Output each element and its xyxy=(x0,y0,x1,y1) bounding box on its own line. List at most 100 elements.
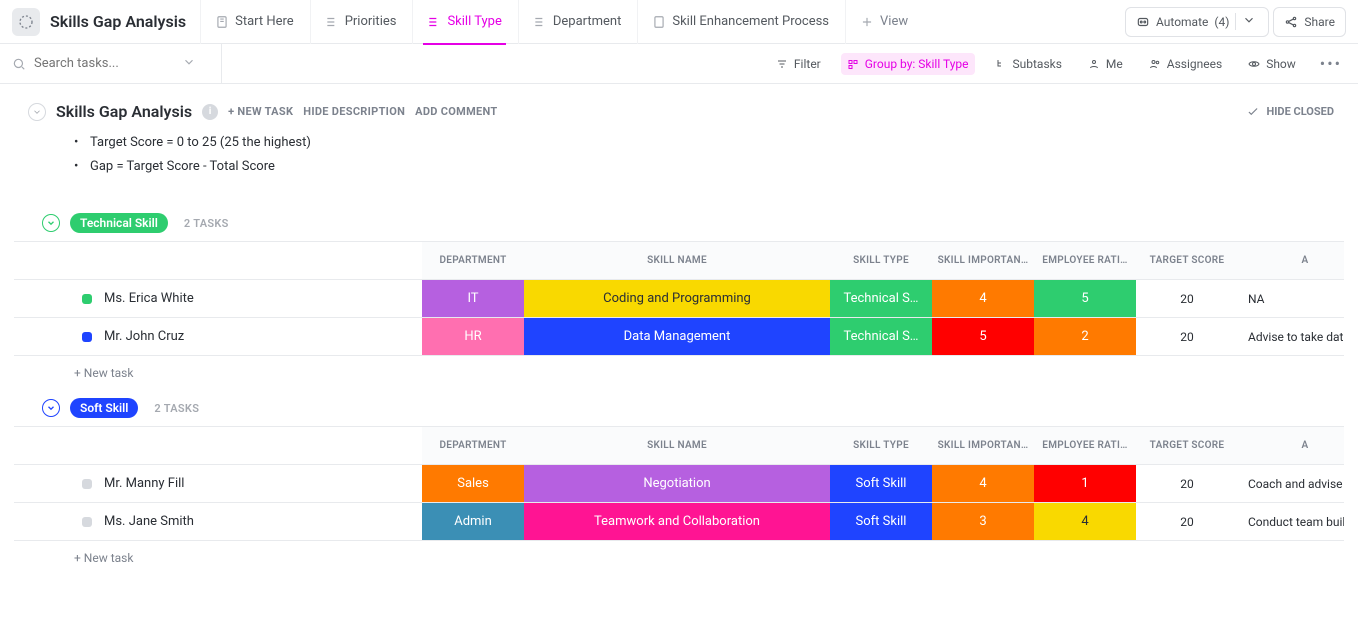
info-icon[interactable]: i xyxy=(202,104,218,120)
tab-department[interactable]: Department xyxy=(518,0,636,44)
col-skill-type: SKILL TYPE xyxy=(830,242,932,279)
cell-employee-rating[interactable]: 2 xyxy=(1034,318,1136,355)
col-name xyxy=(14,427,422,464)
chevron-down-icon[interactable] xyxy=(182,55,196,73)
col-department: DEPARTMENT xyxy=(422,427,524,464)
status-dot xyxy=(82,332,92,342)
share-button[interactable]: Share xyxy=(1273,7,1346,37)
new-task-button[interactable]: + NEW TASK xyxy=(228,105,293,118)
tab-skill-type[interactable]: Skill Type xyxy=(412,0,515,44)
automate-button[interactable]: Automate (4) xyxy=(1125,7,1269,37)
tab-enhancement[interactable]: Skill Enhancement Process xyxy=(637,0,843,44)
cell-skill-name[interactable]: Coding and Programming xyxy=(524,280,830,317)
filter-button[interactable]: Filter xyxy=(770,53,827,75)
col-action: A xyxy=(1238,427,1344,464)
chevron-down-icon xyxy=(1235,13,1262,30)
cell-skill-name[interactable]: Data Management xyxy=(524,318,830,355)
group-by-button[interactable]: Group by: Skill Type xyxy=(841,53,975,75)
group-collapse-icon[interactable] xyxy=(42,399,60,417)
table-row[interactable]: Mr. Manny Fill Sales Negotiation Soft Sk… xyxy=(14,465,1344,503)
list-icon xyxy=(12,8,40,36)
tab-priorities[interactable]: Priorities xyxy=(310,0,411,44)
more-button[interactable]: ••• xyxy=(1316,54,1346,73)
group-count: 2 TASKS xyxy=(184,217,229,230)
page-title: Skills Gap Analysis xyxy=(44,12,196,31)
cell-skill-importance[interactable]: 3 xyxy=(932,503,1034,540)
cell-name: Mr. John Cruz xyxy=(14,318,422,355)
cell-skill-importance[interactable]: 4 xyxy=(932,465,1034,502)
col-skill-name: SKILL NAME xyxy=(524,242,830,279)
task-group: Soft Skill 2 TASKS DEPARTMENT SKILL NAME… xyxy=(14,398,1344,565)
new-task-button[interactable]: + New task xyxy=(14,356,1344,380)
group-pill[interactable]: Technical Skill xyxy=(70,213,168,233)
main-content: Skills Gap Analysis i + NEW TASK HIDE DE… xyxy=(0,84,1358,595)
task-table: DEPARTMENT SKILL NAME SKILL TYPE SKILL I… xyxy=(14,241,1344,356)
cell-action[interactable]: Conduct team building ac xyxy=(1238,503,1344,540)
group-count: 2 TASKS xyxy=(154,402,199,415)
hide-closed-label: HIDE CLOSED xyxy=(1266,105,1334,118)
show-button[interactable]: Show xyxy=(1242,53,1302,75)
cell-employee-rating[interactable]: 1 xyxy=(1034,465,1136,502)
col-skill-type: SKILL TYPE xyxy=(830,427,932,464)
cell-action[interactable]: Coach and advise to take xyxy=(1238,465,1344,502)
tab-label: Skill Type xyxy=(447,14,501,29)
table-header-row: DEPARTMENT SKILL NAME SKILL TYPE SKILL I… xyxy=(14,427,1344,465)
automate-label: Automate xyxy=(1156,15,1208,29)
col-employee-rating: EMPLOYEE RATI… xyxy=(1034,427,1136,464)
new-task-button[interactable]: + New task xyxy=(14,541,1344,565)
table-row[interactable]: Mr. John Cruz HR Data Management Technic… xyxy=(14,318,1344,356)
cell-target-score[interactable]: 20 xyxy=(1136,280,1238,317)
status-dot xyxy=(82,517,92,527)
cell-skill-importance[interactable]: 5 xyxy=(932,318,1034,355)
filter-label: Filter xyxy=(794,57,821,71)
search-icon xyxy=(12,57,26,71)
col-target-score: TARGET SCORE xyxy=(1136,242,1238,279)
search-input[interactable] xyxy=(34,56,174,71)
group-collapse-icon[interactable] xyxy=(42,214,60,232)
tab-label: Department xyxy=(553,14,622,29)
top-bar: Skills Gap Analysis Start Here Prioritie… xyxy=(0,0,1358,44)
list-header: Skills Gap Analysis i + NEW TASK HIDE DE… xyxy=(14,102,1344,121)
col-target-score: TARGET SCORE xyxy=(1136,427,1238,464)
cell-skill-name[interactable]: Negotiation xyxy=(524,465,830,502)
cell-employee-rating[interactable]: 4 xyxy=(1034,503,1136,540)
cell-department[interactable]: IT xyxy=(422,280,524,317)
cell-skill-type[interactable]: Technical S… xyxy=(830,318,932,355)
cell-target-score[interactable]: 20 xyxy=(1136,503,1238,540)
assignees-button[interactable]: Assignees xyxy=(1143,53,1228,75)
hide-closed-button[interactable]: HIDE CLOSED xyxy=(1246,105,1344,119)
cell-action[interactable]: Advise to take data mana xyxy=(1238,318,1344,355)
table-row[interactable]: Ms. Erica White IT Coding and Programmin… xyxy=(14,280,1344,318)
cell-department[interactable]: Sales xyxy=(422,465,524,502)
cell-skill-importance[interactable]: 4 xyxy=(932,280,1034,317)
cell-skill-type[interactable]: Soft Skill xyxy=(830,503,932,540)
add-comment-button[interactable]: ADD COMMENT xyxy=(415,105,497,118)
assignees-label: Assignees xyxy=(1167,57,1222,71)
me-button[interactable]: Me xyxy=(1082,53,1129,75)
subtasks-button[interactable]: Subtasks xyxy=(989,53,1068,75)
cell-department[interactable]: HR xyxy=(422,318,524,355)
status-dot xyxy=(82,294,92,304)
group-header: Technical Skill 2 TASKS xyxy=(14,213,1344,233)
tab-start-here[interactable]: Start Here xyxy=(200,0,308,44)
tab-label: Skill Enhancement Process xyxy=(672,14,829,29)
hide-description-button[interactable]: HIDE DESCRIPTION xyxy=(303,105,405,118)
cell-target-score[interactable]: 20 xyxy=(1136,465,1238,502)
tab-add-view[interactable]: View xyxy=(845,0,922,44)
subtasks-label: Subtasks xyxy=(1013,57,1062,71)
cell-name: Ms. Jane Smith xyxy=(14,503,422,540)
filter-bar: Filter Group by: Skill Type Subtasks Me … xyxy=(0,44,1358,84)
cell-department[interactable]: Admin xyxy=(422,503,524,540)
cell-skill-type[interactable]: Soft Skill xyxy=(830,465,932,502)
cell-target-score[interactable]: 20 xyxy=(1136,318,1238,355)
group-pill[interactable]: Soft Skill xyxy=(70,398,138,418)
cell-skill-name[interactable]: Teamwork and Collaboration xyxy=(524,503,830,540)
cell-action[interactable]: NA xyxy=(1238,280,1344,317)
group-by-label: Group by: Skill Type xyxy=(865,57,969,71)
cell-employee-rating[interactable]: 5 xyxy=(1034,280,1136,317)
collapse-icon[interactable] xyxy=(28,103,46,121)
table-row[interactable]: Ms. Jane Smith Admin Teamwork and Collab… xyxy=(14,503,1344,541)
task-name: Ms. Erica White xyxy=(104,291,194,306)
cell-name: Ms. Erica White xyxy=(14,280,422,317)
cell-skill-type[interactable]: Technical S… xyxy=(830,280,932,317)
